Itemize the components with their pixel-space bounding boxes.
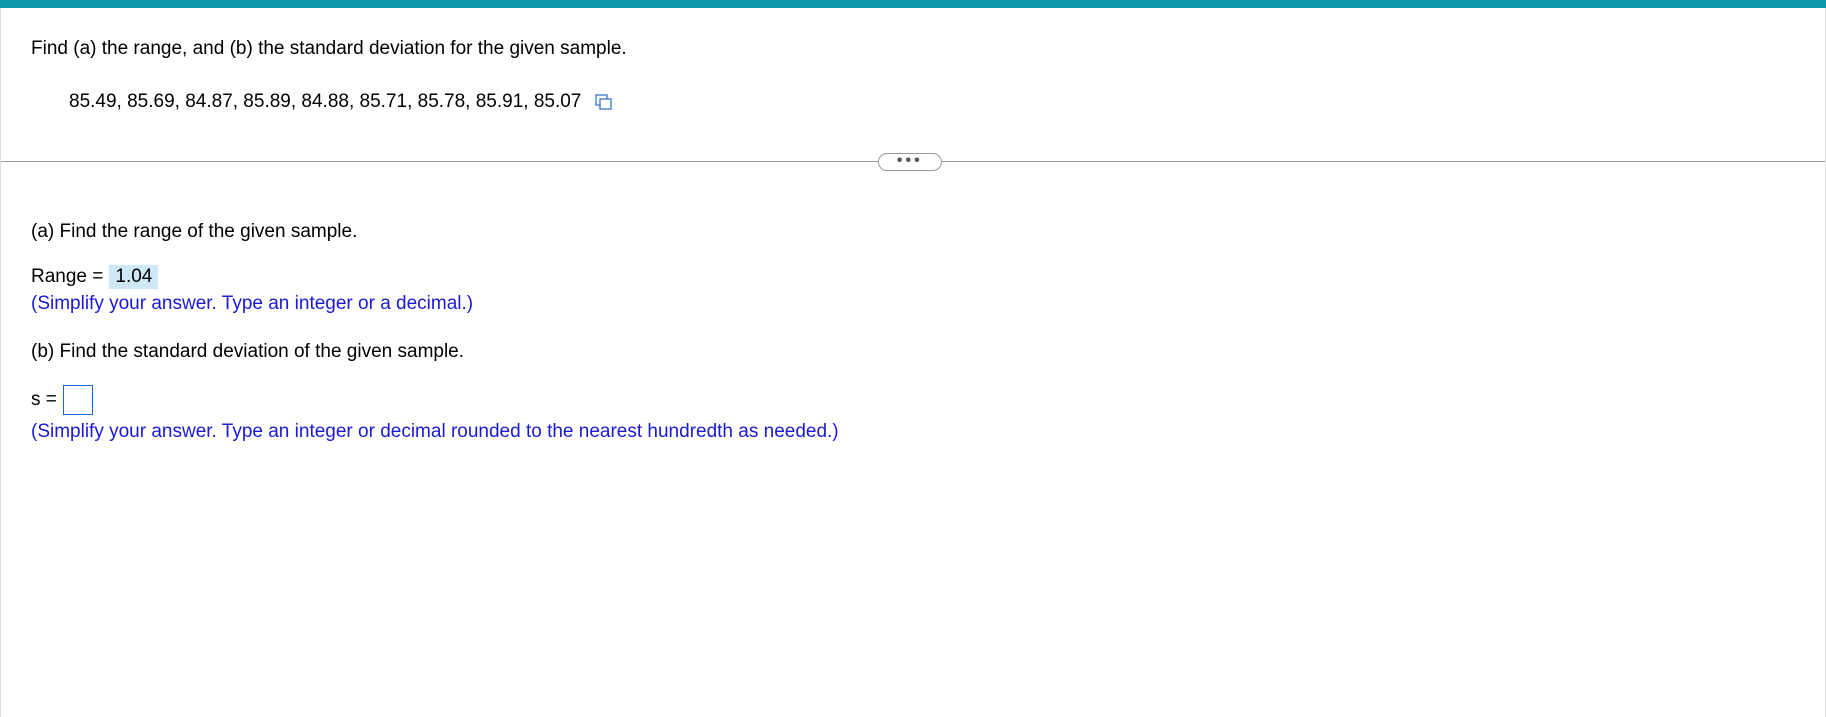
sample-data-values: 85.49, 85.69, 84.87, 85.89, 84.88, 85.71… — [69, 91, 581, 113]
part-a-label: (a) Find the range of the given sample. — [31, 221, 1795, 243]
dots-icon: ••• — [897, 152, 923, 169]
part-a-hint: (Simplify your answer. Type an integer o… — [31, 293, 1795, 315]
sample-data-row: 85.49, 85.69, 84.87, 85.89, 84.88, 85.71… — [31, 91, 1795, 113]
expand-pill[interactable]: ••• — [878, 153, 942, 171]
range-prefix: Range = — [31, 266, 103, 288]
stddev-prefix: s = — [31, 389, 57, 411]
part-b-hint: (Simplify your answer. Type an integer o… — [31, 421, 1795, 443]
range-answer-row: Range = 1.04 — [31, 265, 1795, 289]
range-answer[interactable]: 1.04 — [109, 265, 158, 289]
copy-icon[interactable] — [595, 94, 613, 110]
problem-statement: Find (a) the range, and (b) the standard… — [31, 36, 1795, 63]
stddev-input[interactable] — [63, 385, 93, 415]
part-b-label: (b) Find the standard deviation of the g… — [31, 341, 1795, 363]
question-content: Find (a) the range, and (b) the standard… — [0, 8, 1826, 717]
stddev-answer-row: s = — [31, 385, 1795, 415]
section-divider: ••• — [1, 153, 1825, 171]
top-bar — [0, 0, 1826, 8]
